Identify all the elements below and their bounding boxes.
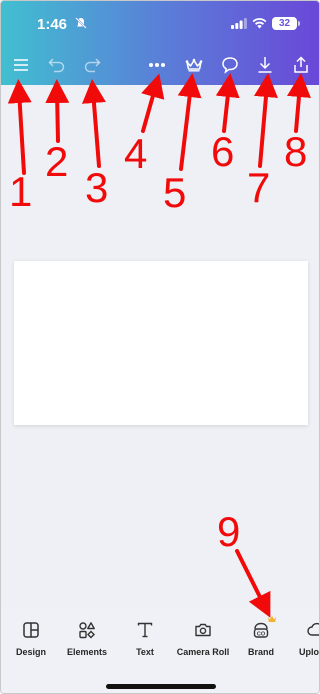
- more-icon: [149, 63, 165, 67]
- brand-tab-label: Brand: [247, 647, 274, 657]
- annotation-label-4: 4: [124, 130, 148, 177]
- annotation-arrow-9: [235, 549, 271, 618]
- upload-icon: [307, 622, 319, 636]
- elements-tab-label: Elements: [66, 647, 108, 657]
- undo-button[interactable]: [45, 55, 69, 75]
- cellular-signal-icon: [231, 18, 247, 29]
- menu-button[interactable]: [9, 55, 33, 75]
- annotation-arrow-5: [177, 73, 202, 171]
- crown-badge-icon: [268, 615, 276, 622]
- comment-button[interactable]: [218, 55, 242, 75]
- camera-roll-tab-label: Camera Roll: [176, 647, 230, 657]
- design-page-canvas[interactable]: [14, 261, 308, 425]
- download-icon: [258, 57, 272, 73]
- crown-icon: [185, 58, 203, 72]
- annotation-arrow-3: [81, 79, 106, 168]
- camera-roll-tab[interactable]: Camera Roll: [173, 621, 233, 657]
- camera-icon: [195, 623, 211, 637]
- text-tab[interactable]: Text: [115, 621, 175, 657]
- annotation-arrow-2: [45, 79, 70, 143]
- svg-text:CO: CO: [257, 631, 266, 637]
- bell-mute-icon: [75, 17, 87, 29]
- undo-icon: [48, 58, 65, 73]
- home-indicator: [106, 684, 216, 689]
- annotation-label-3: 3: [85, 164, 109, 211]
- redo-button[interactable]: [80, 55, 104, 75]
- elements-tab[interactable]: Elements: [57, 621, 117, 657]
- annotation-arrow-6: [215, 73, 240, 133]
- wifi-icon: [252, 18, 267, 29]
- design-icon: [23, 622, 39, 638]
- text-tab-label: Text: [136, 647, 154, 657]
- editor-header: 1:46 32: [1, 1, 319, 85]
- uploads-tab[interactable]: Uplo: [289, 621, 319, 657]
- annotation-arrow-7: [254, 73, 278, 168]
- battery-indicator: 32: [272, 17, 297, 30]
- more-options-button[interactable]: [145, 55, 169, 75]
- design-tab-label: Design: [15, 647, 46, 657]
- annotation-label-1: 1: [9, 168, 33, 215]
- share-icon: [294, 56, 308, 73]
- uploads-tab-label: Uplo: [299, 647, 319, 657]
- redo-icon: [84, 58, 101, 73]
- text-icon: [137, 622, 153, 638]
- status-time: 1:46: [37, 16, 68, 33]
- download-button[interactable]: [253, 55, 277, 75]
- app-screen: 1:46 32 Design Elements Text Camera Roll…: [0, 0, 320, 694]
- design-tab[interactable]: Design: [1, 621, 61, 657]
- comment-icon: [222, 57, 238, 74]
- annotation-arrow-8: [287, 73, 311, 133]
- annotation-label-8: 8: [284, 128, 308, 175]
- share-button[interactable]: [289, 55, 313, 75]
- brand-icon: CO: [253, 622, 269, 638]
- battery-tip: [298, 21, 300, 26]
- brand-tab[interactable]: CO Brand: [231, 621, 291, 657]
- annotation-arrow-1: [7, 79, 32, 175]
- annotation-label-6: 6: [211, 128, 235, 175]
- menu-icon: [14, 59, 28, 71]
- elements-icon: [79, 622, 95, 639]
- premium-button[interactable]: [182, 55, 206, 75]
- annotation-label-2: 2: [45, 138, 69, 185]
- annotation-label-7: 7: [247, 164, 271, 211]
- annotation-label-9: 9: [217, 508, 241, 555]
- annotation-arrow-4: [141, 73, 165, 133]
- annotation-label-5: 5: [163, 169, 187, 216]
